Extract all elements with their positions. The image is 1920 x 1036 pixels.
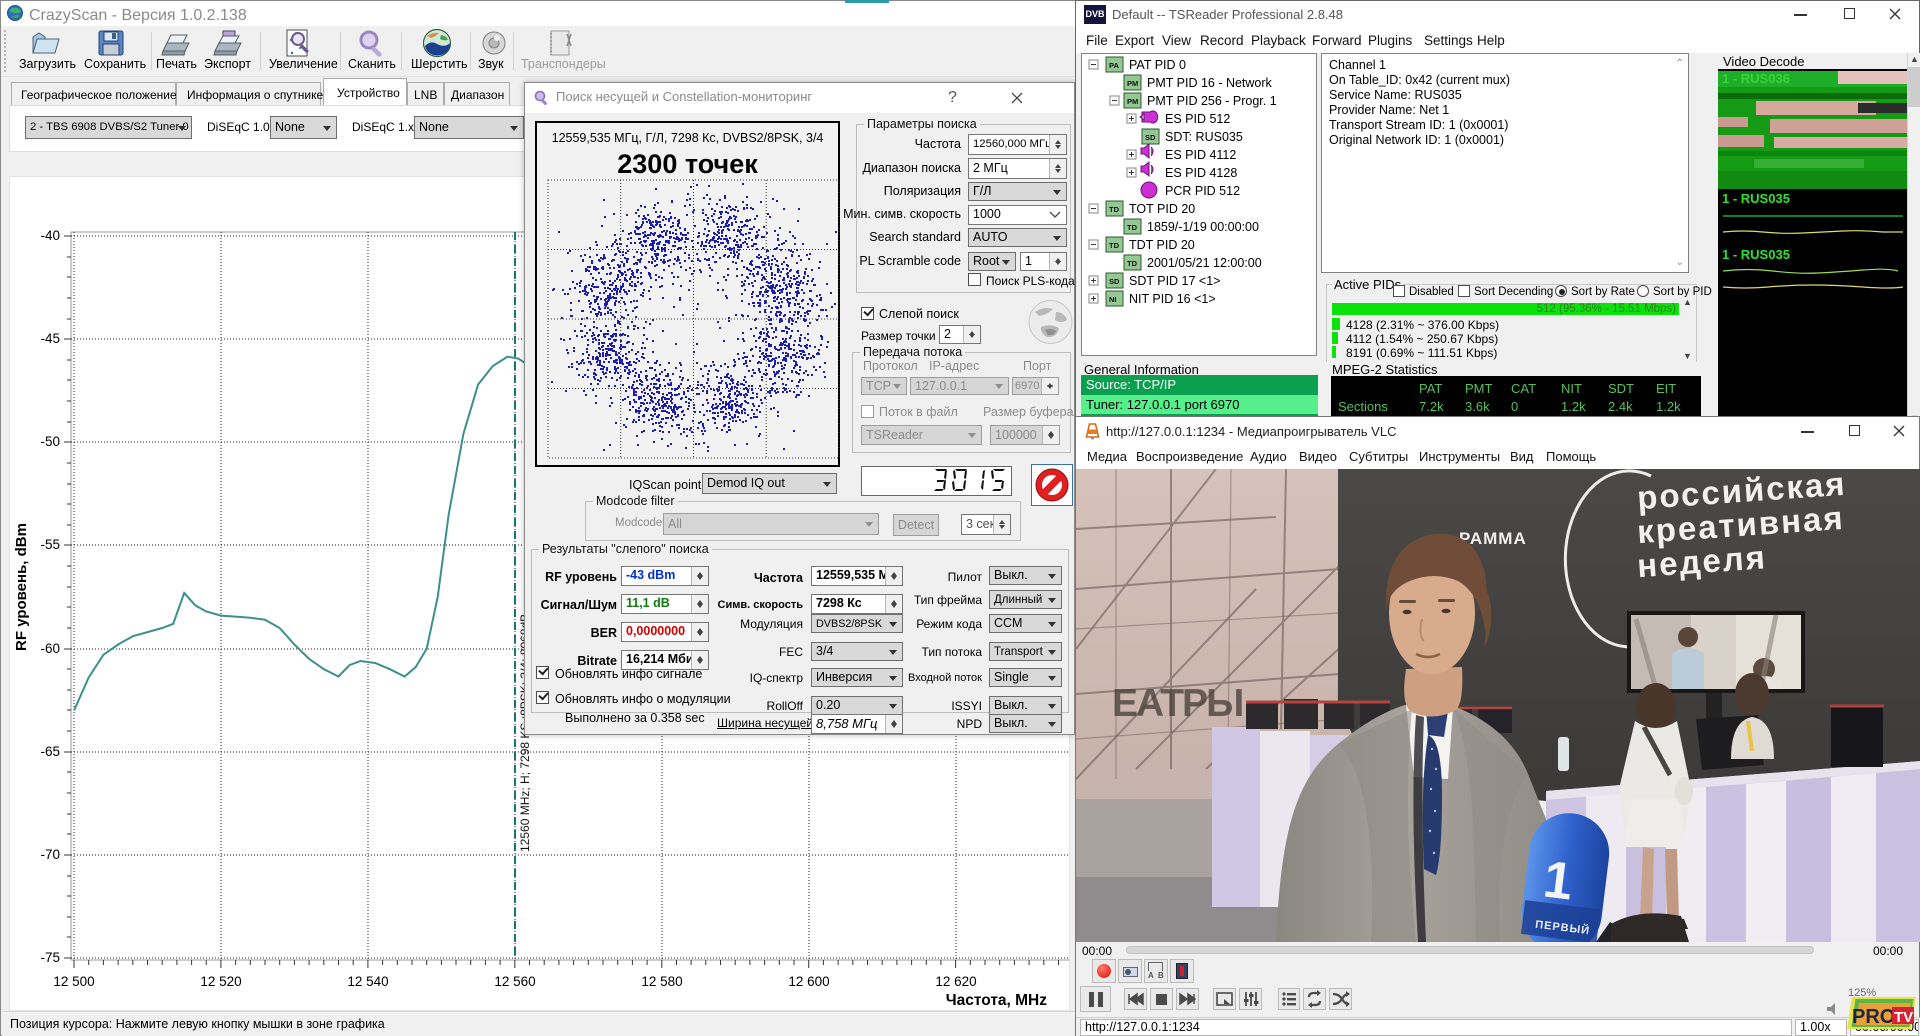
svg-text:12 520: 12 520 [200, 974, 241, 989]
svg-text:-50: -50 [40, 434, 60, 449]
svg-text:PMT PID 16 - Network: PMT PID 16 - Network [1147, 76, 1273, 90]
svg-text:-55: -55 [40, 537, 60, 552]
svg-text:12 620: 12 620 [935, 974, 976, 989]
svg-text:PM: PM [1127, 97, 1138, 106]
svg-text:TV: TV [1894, 1009, 1913, 1026]
svg-text:SDT: RUS035: SDT: RUS035 [1165, 130, 1243, 144]
svg-text:PA: PA [1109, 61, 1119, 70]
svg-text:12 580: 12 580 [641, 974, 682, 989]
svg-text:SD: SD [1109, 277, 1120, 286]
svg-text:TOT PID 20: TOT PID 20 [1129, 202, 1195, 216]
svg-text:PCR PID 512: PCR PID 512 [1165, 184, 1240, 198]
svg-text:ES PID 512: ES PID 512 [1165, 112, 1230, 126]
svg-text:NI: NI [1109, 295, 1117, 304]
svg-text:SD: SD [1145, 133, 1156, 142]
svg-text:PAT PID 0: PAT PID 0 [1129, 58, 1186, 72]
svg-text:TD: TD [1127, 223, 1138, 232]
svg-text:1859/-1/19 00:00:00: 1859/-1/19 00:00:00 [1147, 220, 1259, 234]
svg-text:-70: -70 [40, 847, 60, 862]
svg-text:-75: -75 [40, 950, 60, 965]
svg-text:2001/05/21 12:00:00: 2001/05/21 12:00:00 [1147, 256, 1262, 270]
svg-text:TD: TD [1109, 241, 1120, 250]
svg-text:ES PID 4112: ES PID 4112 [1165, 148, 1236, 162]
svg-text:12 600: 12 600 [788, 974, 829, 989]
svg-text:-65: -65 [40, 744, 60, 759]
svg-text:RF уровень, dBm: RF уровень, dBm [13, 523, 30, 651]
svg-text:12 540: 12 540 [347, 974, 388, 989]
svg-text:TD: TD [1109, 205, 1120, 214]
svg-text:TDT PID 20: TDT PID 20 [1129, 238, 1195, 252]
svg-text:12 500: 12 500 [53, 974, 94, 989]
svg-text:1 - RUS036: 1 - RUS036 [1722, 71, 1790, 86]
svg-text:-60: -60 [40, 641, 60, 656]
svg-text:-45: -45 [40, 331, 60, 346]
svg-text:TD: TD [1127, 259, 1138, 268]
svg-text:ЕАТРЫ: ЕАТРЫ [1112, 682, 1242, 725]
svg-text:ES PID 4128: ES PID 4128 [1165, 166, 1237, 180]
svg-text:NIT PID 16 <1>: NIT PID 16 <1> [1129, 292, 1216, 306]
svg-text:SDT PID 17 <1>: SDT PID 17 <1> [1129, 274, 1221, 288]
svg-text:PM: PM [1127, 79, 1138, 88]
svg-text:PMT PID 256 - Progr. 1: PMT PID 256 - Progr. 1 [1147, 94, 1277, 108]
svg-text:-40: -40 [40, 228, 60, 243]
svg-text:12 560: 12 560 [494, 974, 535, 989]
svg-text:PRO: PRO [1852, 1006, 1895, 1028]
svg-text:Частота, MHz: Частота, MHz [946, 992, 1048, 1009]
